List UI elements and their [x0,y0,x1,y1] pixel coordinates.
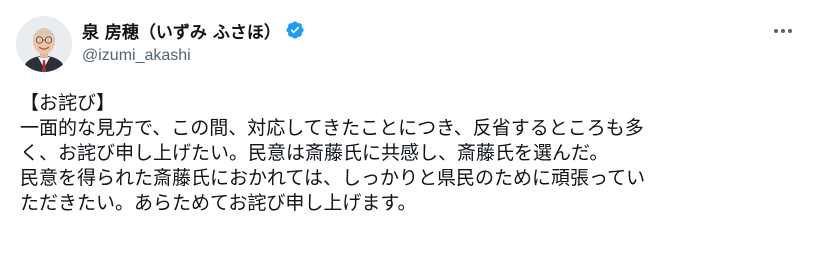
tweet-card: 泉 房穂（いずみ ふさほ） @izumi_akashi 【お詫び】 一面的な見方… [0,0,814,271]
more-horizontal-icon [774,29,778,33]
verified-badge-icon[interactable] [285,20,305,40]
tweet-line: く、お詫び申し上げたい。民意は斎藤氏に共感し、斎藤氏を選んだ。 [20,142,609,164]
avatar-photo [16,16,72,72]
tweet-text: 【お詫び】 一面的な見方で、この間、対応してきたことにつき、反省するところも多 … [20,91,800,216]
name-row: 泉 房穂（いずみ ふさほ） [82,17,305,43]
avatar[interactable] [16,16,72,72]
tweet-line: 民意を得られた斎藤氏におかれては、しっかりと県民のために頑張ってい [20,167,646,189]
more-options-button[interactable] [766,20,800,42]
author-info: 泉 房穂（いずみ ふさほ） @izumi_akashi [82,17,305,65]
author-handle[interactable]: @izumi_akashi [82,47,305,65]
tweet-line: ただきたい。あらためてお詫び申し上げます。 [20,192,417,214]
tweet-line: 【お詫び】 [20,92,116,114]
author-display-name[interactable]: 泉 房穂（いずみ ふさほ） [82,18,281,43]
tweet-line: 一面的な見方で、この間、対応してきたことにつき、反省するところも多 [20,117,644,139]
more-horizontal-icon-dot [781,29,785,33]
more-horizontal-icon-dot [788,29,792,33]
